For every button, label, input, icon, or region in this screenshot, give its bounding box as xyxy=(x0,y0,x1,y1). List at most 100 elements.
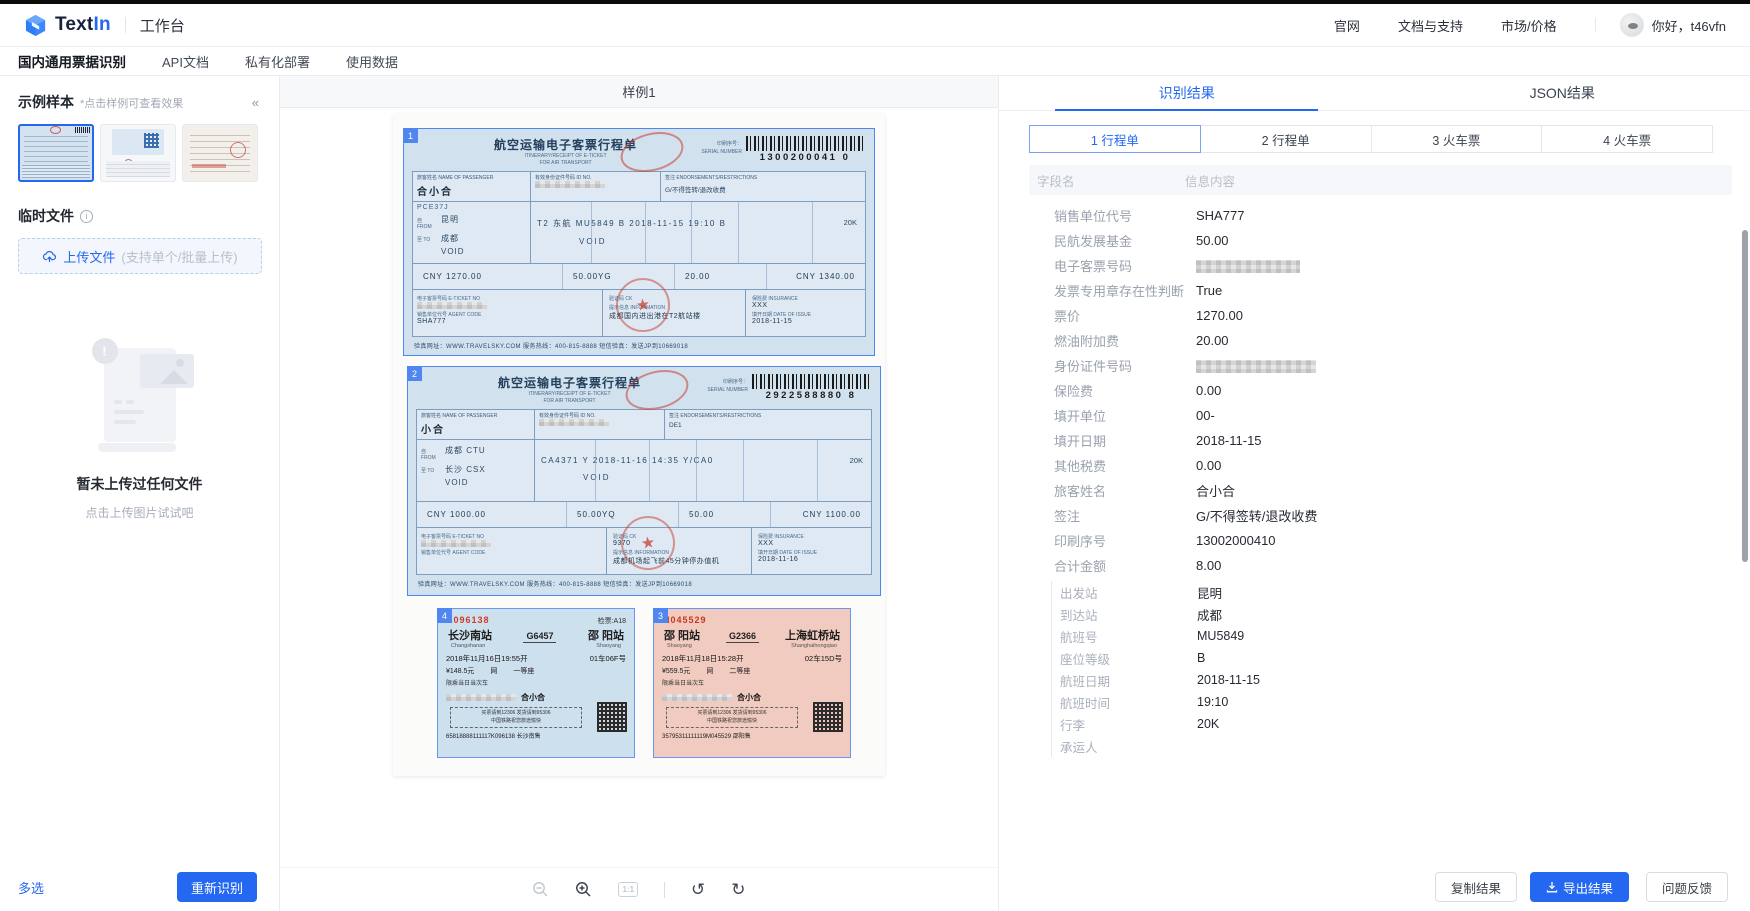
nav-item-general-invoice[interactable]: 国内通用票据识别 xyxy=(18,51,126,71)
collapse-sidebar-icon[interactable]: « xyxy=(252,95,259,110)
empty-illustration-icon: ! xyxy=(84,336,196,454)
sample-thumbnail-3[interactable] xyxy=(182,124,258,182)
detection-box-1-air-itinerary[interactable]: 1 航空运输电子客票行程单 ITINERARY/RECEIPT OF E-TIC… xyxy=(403,128,875,356)
rotate-right-icon[interactable]: ↻ xyxy=(731,881,745,898)
market-pricing-link[interactable]: 市场/价格 xyxy=(1501,16,1557,35)
ticket-serial: 65818888111117K096138 长沙南售 xyxy=(446,731,626,740)
viewer-canvas[interactable]: 1 航空运输电子客票行程单 ITINERARY/RECEIPT OF E-TIC… xyxy=(280,108,998,867)
sample-name-title: 样例1 xyxy=(280,76,998,108)
ticket-title: 航空运输电子客票行程单 xyxy=(498,374,641,391)
subtab-itinerary-1[interactable]: 1 行程单 xyxy=(1029,125,1201,153)
upload-hint: (支持单个/批量上传) xyxy=(121,247,237,266)
ticket-subtabs: 1 行程单 2 行程单 3 火车票 4 火车票 xyxy=(1029,125,1713,153)
results-panel: 识别结果 JSON结果 1 行程单 2 行程单 3 火车票 4 火车票 字段名 … xyxy=(998,76,1750,911)
thumbnail-red-row xyxy=(192,164,226,168)
info-icon[interactable]: i xyxy=(80,210,93,223)
issue-date: 2018-11-15 xyxy=(752,318,859,325)
viewer-toolbar: 1:1 ↺ ↻ xyxy=(280,867,998,911)
masked-passenger-id xyxy=(662,694,732,701)
train-number: G6457 xyxy=(523,631,556,643)
nav-item-api-docs[interactable]: API文档 xyxy=(162,52,209,71)
table-row: 航班时间19:10 xyxy=(1060,691,1732,713)
results-scrollbar[interactable] xyxy=(1742,230,1748,562)
passenger-name: 小合 xyxy=(421,421,530,436)
user-greeting: 你好，t46vfn xyxy=(1652,16,1726,35)
detection-box-4-train-ticket[interactable]: 4 K096138 检票:A18 长沙南站 G6457 邵 阳站 Changsh… xyxy=(437,608,635,758)
to-station: 邵 阳站 xyxy=(588,627,624,643)
seat-number: 01车06F号 xyxy=(590,653,626,664)
detection-box-3-train-ticket[interactable]: 3 M045529 邵 阳站 G2366 上海虹桥站 ShaoyangShang… xyxy=(653,608,851,758)
seat-class: 一等座 xyxy=(513,666,534,676)
table-row: 销售单位代号SHA777 xyxy=(1054,203,1732,228)
subtab-itinerary-2[interactable]: 2 行程单 xyxy=(1200,125,1372,153)
multi-select-link[interactable]: 多选 xyxy=(18,878,44,897)
workspace-title: 工作台 xyxy=(140,15,185,36)
flight-segment-group: 出发站昆明 到达站成都 航班号MU5849 座位等级B 航班日期2018-11-… xyxy=(1051,581,1732,757)
fare: CNY 1270.00 xyxy=(413,264,563,289)
table-row: 电子客票号码 xyxy=(1054,253,1732,278)
result-actions: 复制结果 导出结果 问题反馈 xyxy=(999,863,1750,911)
detection-badge-2: 2 xyxy=(407,366,422,381)
cloud-upload-icon xyxy=(42,249,57,264)
upload-file-button[interactable]: 上传文件 (支持单个/批量上传) xyxy=(18,238,262,274)
thumbnail-stamp xyxy=(230,142,246,158)
sample-sidebar: 示例样本 *点击样例可查看效果 « 临时文 xyxy=(0,76,280,911)
export-result-button[interactable]: 导出结果 xyxy=(1530,872,1629,902)
nav-item-private-deploy[interactable]: 私有化部署 xyxy=(245,52,310,71)
total: CNY 1340.00 xyxy=(767,264,865,289)
copy-result-button[interactable]: 复制结果 xyxy=(1435,872,1517,902)
table-row: 到达站成都 xyxy=(1060,603,1732,625)
zoom-in-icon[interactable] xyxy=(575,881,592,898)
textin-wordmark: TextIn xyxy=(55,14,111,36)
barcode xyxy=(746,136,864,151)
one-to-one-icon[interactable]: 1:1 xyxy=(618,882,638,897)
masked-value xyxy=(1196,360,1316,373)
table-row: 出发站昆明 xyxy=(1060,581,1732,603)
app-header: TextIn 工作台 官网 文档与支持 市场/价格 你好，t46vfn xyxy=(0,4,1750,47)
zoom-out-icon[interactable] xyxy=(532,881,549,898)
barcode xyxy=(752,374,870,389)
table-row: 行李20K xyxy=(1060,713,1732,735)
nav-item-usage-data[interactable]: 使用数据 xyxy=(346,52,398,71)
masked-id-number xyxy=(535,181,605,188)
official-site-link[interactable]: 官网 xyxy=(1334,16,1360,35)
sample-thumbnails xyxy=(0,112,279,182)
result-rows: 销售单位代号SHA777 民航发展基金50.00 电子客票号码 发票专用章存在性… xyxy=(1054,203,1732,757)
column-field-content: 信息内容 xyxy=(1185,171,1235,190)
rotate-left-icon[interactable]: ↺ xyxy=(691,881,705,898)
fare: CNY 1000.00 xyxy=(417,502,567,527)
detection-box-2-air-itinerary[interactable]: 2 航空运输电子客票行程单 ITINERARY/RECEIPT OF E-TIC… xyxy=(407,366,881,596)
sample-thumbnail-2[interactable] xyxy=(100,124,176,182)
subtab-train-3[interactable]: 3 火车票 xyxy=(1371,125,1543,153)
from-station: 长沙南站 xyxy=(448,627,492,643)
samples-title: 示例样本 xyxy=(18,92,74,112)
depart-datetime: 2018年11月16日19:55开 xyxy=(446,653,528,664)
fuel-surcharge: 20.00 xyxy=(675,264,767,289)
feedback-button[interactable]: 问题反馈 xyxy=(1646,872,1728,902)
seat-class: 二等座 xyxy=(729,666,750,676)
qr-code xyxy=(597,702,627,732)
table-row: 承运人 xyxy=(1060,735,1732,757)
table-row: 签注G/不得签转/退改收费 xyxy=(1054,503,1732,528)
price: ¥148.5元 xyxy=(446,666,474,676)
textin-logo[interactable]: TextIn xyxy=(24,14,111,37)
docs-support-link[interactable]: 文档与支持 xyxy=(1398,16,1463,35)
table-row: 航班号MU5849 xyxy=(1060,625,1732,647)
user-menu[interactable]: 你好，t46vfn xyxy=(1620,13,1726,37)
rerecognize-button[interactable]: 重新识别 xyxy=(177,872,257,902)
seat-number: 02车15D号 xyxy=(805,653,842,664)
masked-passenger-id xyxy=(446,694,516,701)
tab-json-result[interactable]: JSON结果 xyxy=(1375,76,1750,110)
train-number: G2366 xyxy=(726,631,759,643)
tab-recognition-result[interactable]: 识别结果 xyxy=(999,76,1375,110)
subtab-train-4[interactable]: 4 火车票 xyxy=(1541,125,1713,153)
column-field-name: 字段名 xyxy=(1029,171,1185,190)
table-row: 旅客姓名合小合 xyxy=(1054,478,1732,503)
sample-thumbnail-1[interactable] xyxy=(18,124,94,182)
result-table-header: 字段名 信息内容 xyxy=(1029,165,1732,195)
header-divider xyxy=(125,17,126,33)
table-row: 填开日期2018-11-15 xyxy=(1054,428,1732,453)
table-row: 民航发展基金50.00 xyxy=(1054,228,1732,253)
empty-state: ! 暂未上传过任何文件 点击上传图片试试吧 xyxy=(0,336,279,521)
empty-title: 暂未上传过任何文件 xyxy=(77,474,203,494)
